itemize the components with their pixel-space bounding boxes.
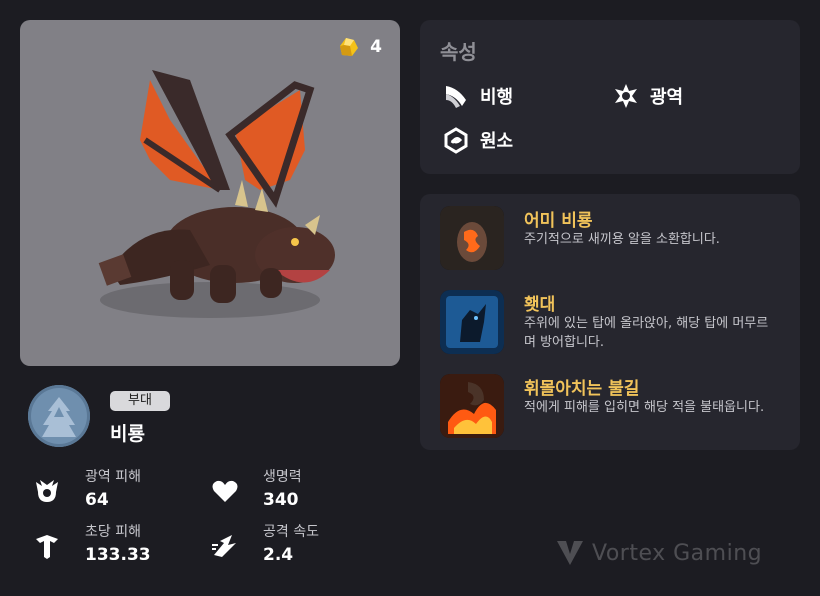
attribute-element: 원소 <box>442 126 513 154</box>
perch-skill-icon <box>440 290 504 354</box>
heart-icon <box>212 480 238 502</box>
dragon-portrait <box>98 70 335 318</box>
cost-value: 4 <box>370 37 382 57</box>
attack-speed-icon <box>212 535 236 557</box>
skills-card: 어미 비룡 주기적으로 새끼용 알을 소환합니다. 횃대 주위에 있는 탑에 올… <box>420 194 800 450</box>
wing-icon <box>446 86 466 108</box>
burst-icon <box>615 84 637 108</box>
area-damage-icon <box>36 480 58 502</box>
gold-ore-icon <box>340 38 359 56</box>
egg-skill-icon <box>440 206 504 270</box>
dps-icon <box>36 535 58 559</box>
fire-skill-icon <box>440 374 504 438</box>
avatar <box>28 385 90 447</box>
unit-name: 비룡 <box>110 423 145 445</box>
watermark: Vortex Gaming <box>556 540 762 566</box>
unit-portrait: 4 <box>20 20 400 366</box>
vortex-logo-icon <box>557 541 583 565</box>
attribute-area: 광역 <box>612 82 683 110</box>
unit-class-icon <box>42 397 76 437</box>
cost-indicator: 4 <box>336 36 382 58</box>
unit-type-tag: 부대 <box>110 391 170 411</box>
attributes-title: 속성 <box>440 40 477 64</box>
attributes-card: 속성 비행 광역 원소 <box>420 20 800 174</box>
attribute-flying: 비행 <box>442 82 513 110</box>
watermark-text: Vortex Gaming <box>592 540 763 566</box>
element-swirl-icon <box>444 127 468 154</box>
